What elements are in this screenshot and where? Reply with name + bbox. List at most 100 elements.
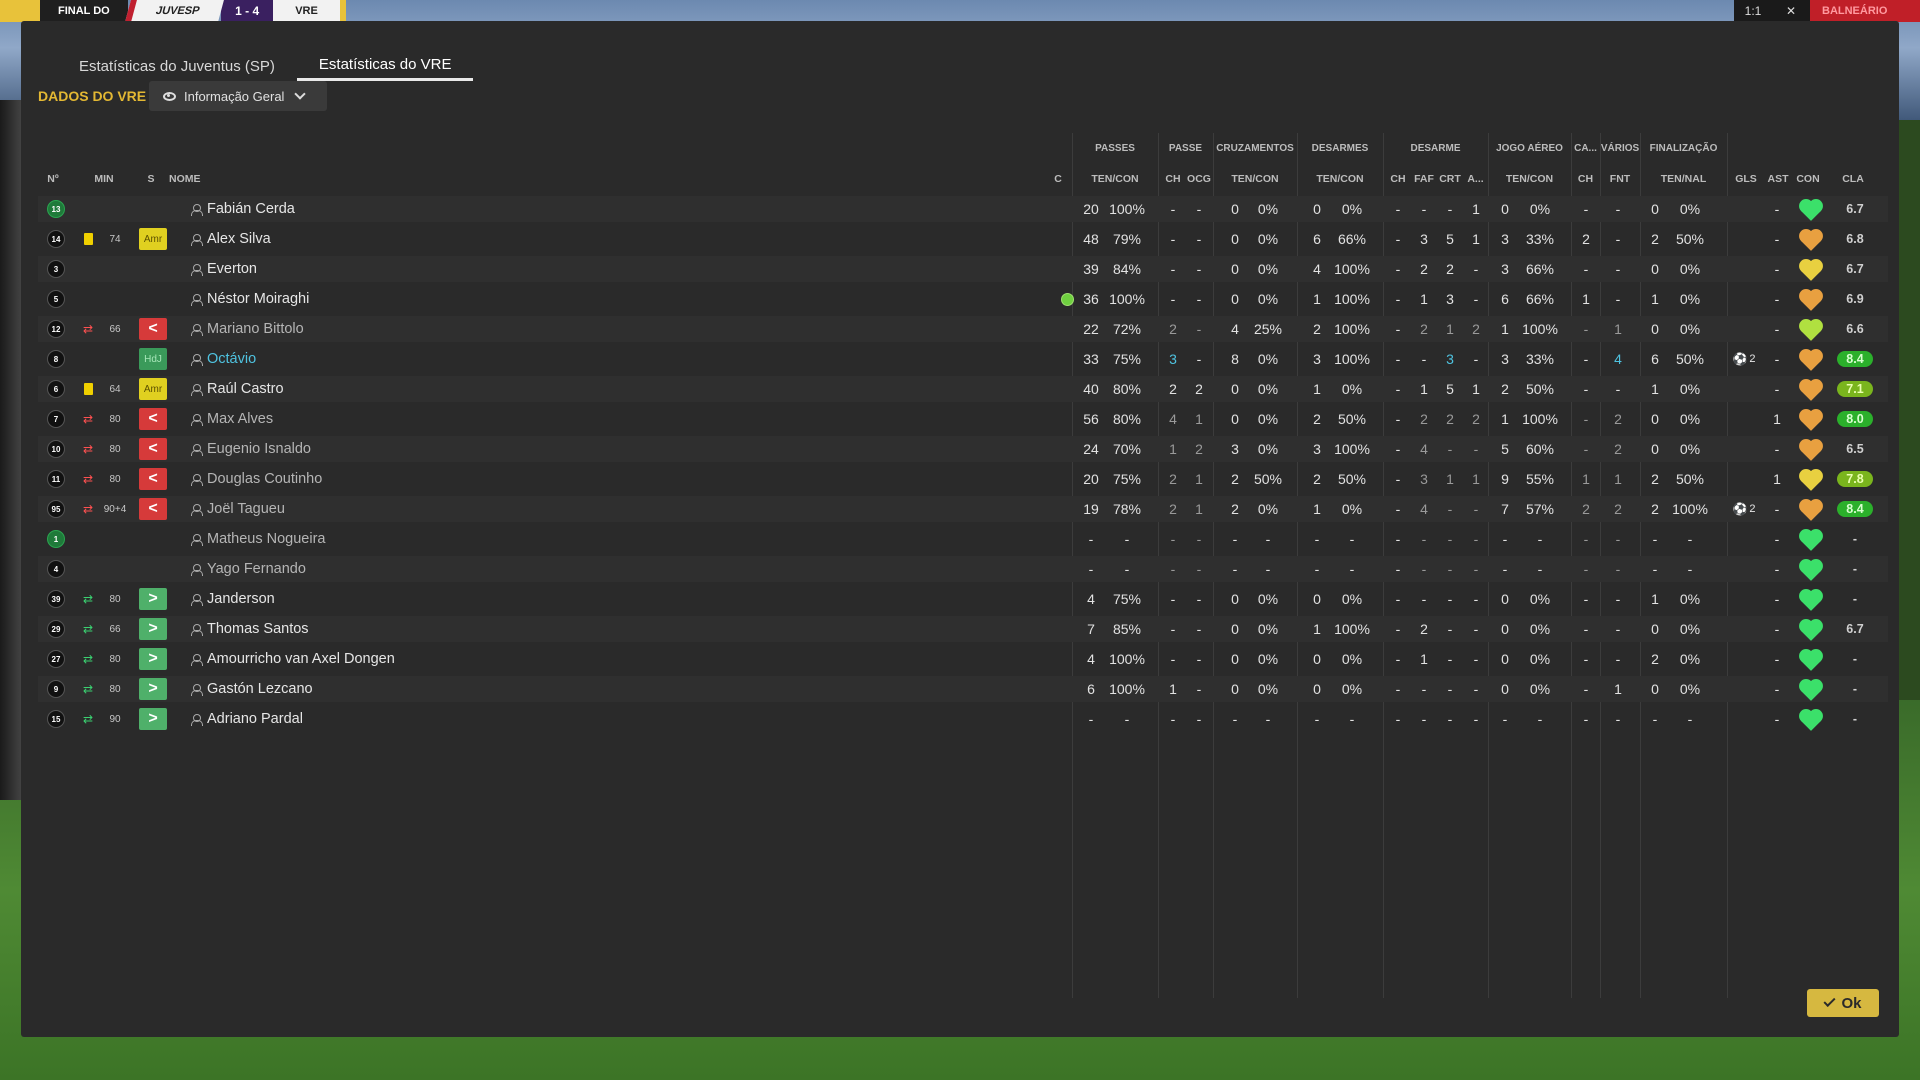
player-name-cell[interactable]: Janderson bbox=[191, 586, 275, 612]
stat-pt: 4 bbox=[1087, 651, 1095, 667]
col-header-cla[interactable]: CLA bbox=[1833, 173, 1873, 185]
player-name[interactable]: Max Alves bbox=[207, 411, 273, 427]
table-row[interactable]: 11 ⇄ 80 < Douglas Coutinho 20 75% 2 1 2 50% 2 50% -3 1… bbox=[38, 466, 1888, 492]
col-header-cruz-tc[interactable]: TEN/CON bbox=[1213, 173, 1297, 185]
stat-pp: - bbox=[1124, 711, 1130, 727]
table-row[interactable]: 5 Néstor Moiraghi 36 100% - - 0 0% 1 100% - 1 3 - 6 66%… bbox=[38, 286, 1888, 312]
col-header-num[interactable]: Nº bbox=[38, 173, 68, 185]
col-header-min[interactable]: MIN bbox=[89, 173, 119, 185]
col-header-c[interactable]: C bbox=[1051, 173, 1065, 185]
stat-pocg: 1 bbox=[1195, 501, 1203, 517]
player-name-cell[interactable]: Mariano Bittolo bbox=[191, 316, 304, 342]
view-dropdown[interactable]: Informação Geral bbox=[149, 81, 327, 111]
col-header-con[interactable]: CON bbox=[1791, 173, 1825, 185]
player-name[interactable]: Everton bbox=[207, 261, 257, 277]
player-name-cell[interactable]: Alex Silva bbox=[191, 226, 271, 252]
dressing-room-button[interactable]: BALNEÁRIO bbox=[1810, 0, 1920, 22]
stat-ap: - bbox=[1537, 561, 1543, 577]
player-name[interactable]: Adriano Pardal bbox=[207, 711, 303, 727]
table-row[interactable]: 15 ⇄ 90 > Adriano Pardal - - - - - - - - - - - - - - - - - - - - bbox=[38, 706, 1888, 732]
col-header-des-tc[interactable]: TEN/CON bbox=[1297, 173, 1383, 185]
col-header-aereo-tc[interactable]: TEN/CON bbox=[1488, 173, 1571, 185]
player-name[interactable]: Octávio bbox=[207, 351, 256, 367]
player-name[interactable]: Joël Tagueu bbox=[207, 501, 285, 517]
col-header-d-crt[interactable]: CRT bbox=[1437, 173, 1463, 185]
player-name[interactable]: Mariano Bittolo bbox=[207, 321, 304, 337]
player-name-cell[interactable]: Yago Fernando bbox=[191, 556, 306, 582]
ok-button[interactable]: Ok bbox=[1807, 989, 1879, 1017]
col-header-d-a[interactable]: A... bbox=[1463, 173, 1488, 185]
player-name-cell[interactable]: Joël Tagueu bbox=[191, 496, 285, 522]
col-header-s[interactable]: S bbox=[141, 173, 161, 185]
col-header-d-ch[interactable]: CH bbox=[1385, 173, 1411, 185]
col-header-passe-ocg[interactable]: OCG bbox=[1185, 173, 1213, 185]
player-name[interactable]: Eugenio Isnaldo bbox=[207, 441, 311, 457]
table-row[interactable]: 10 ⇄ 80 < Eugenio Isnaldo 24 70% 1 2 3 0% 3 100% - 4 - -… bbox=[38, 436, 1888, 462]
table-row[interactable]: 9 ⇄ 80 > Gastón Lezcano 6 100% 1-0 0% 0 0% - - - -0 0% -… bbox=[38, 676, 1888, 702]
table-row[interactable]: 8 HdJ Octávio 33 75% 3 - 8 0% 3 100% - - 3 - 3 33% - 4 6 50%… bbox=[38, 346, 1888, 372]
table-row[interactable]: 14 74 Amr Alex Silva 48 79% - - 0 0% 6 66% - 3 5 1 3 33% 2… bbox=[38, 226, 1888, 252]
col-header-fnt[interactable]: FNT bbox=[1600, 173, 1640, 185]
player-name-cell[interactable]: Amourricho van Axel Dongen bbox=[191, 646, 395, 672]
player-name[interactable]: Gastón Lezcano bbox=[207, 681, 313, 697]
player-name-cell[interactable]: Gastón Lezcano bbox=[191, 676, 313, 702]
col-header-fin-tn[interactable]: TEN/NAL bbox=[1640, 173, 1727, 185]
stat-ap: 0% bbox=[1529, 681, 1551, 697]
table-row[interactable]: 1 Matheus Nogueira - - - - - - - - - - - - - - - - - - - - bbox=[38, 526, 1888, 552]
player-name-cell[interactable]: Fabián Cerda bbox=[191, 196, 295, 222]
col-header-passe-ch[interactable]: CH bbox=[1161, 173, 1185, 185]
status-cell: < bbox=[133, 496, 173, 522]
table-row[interactable]: 12 ⇄ 66 < Mariano Bittolo 22 72% 2-4 25% 2 100% -2 1… bbox=[38, 316, 1888, 342]
table-row[interactable]: 27 ⇄ 80 > Amourricho van Axel Dongen 4 100% - -0… bbox=[38, 646, 1888, 672]
stat-dfaf: 4 bbox=[1420, 501, 1428, 517]
col-header-ast[interactable]: AST bbox=[1765, 173, 1791, 185]
shirt-icon: 10 bbox=[47, 440, 65, 458]
stat-fnt: - bbox=[1615, 561, 1621, 577]
player-name-cell[interactable]: Matheus Nogueira bbox=[191, 526, 326, 552]
speed-button[interactable]: 1:1 bbox=[1734, 0, 1772, 22]
table-row[interactable]: 13 Fabián Cerda 20 100% - -0 0% 0 0% - - -1 0 0% - -0 0%… bbox=[38, 196, 1888, 222]
player-name-cell[interactable]: Néstor Moiraghi bbox=[191, 286, 309, 312]
table-row[interactable]: 95 ⇄ 90+4 < Joël Tagueu 19 78% 2 1 2 0% 1 0% - 4 - - 7 57%… bbox=[38, 496, 1888, 522]
col-header-ca-ch[interactable]: CH bbox=[1571, 173, 1600, 185]
stat-cp: 0% bbox=[1257, 381, 1279, 397]
stat-dch: - bbox=[1395, 261, 1401, 277]
stat-pocg: - bbox=[1196, 561, 1202, 577]
tab-away-stats[interactable]: Estatísticas do VRE bbox=[296, 51, 474, 81]
col-header-d-faf[interactable]: FAF bbox=[1411, 173, 1437, 185]
player-name-cell[interactable]: Everton bbox=[191, 256, 257, 282]
table-row[interactable]: 4 Yago Fernando - - - - - - - - - - - - - - - - - - - - bbox=[38, 556, 1888, 582]
player-name-cell[interactable]: Douglas Coutinho bbox=[191, 466, 322, 492]
table-row[interactable]: 7 ⇄ 80 < Max Alves 56 80% 4 1 0 0% 2 50% -2 2 2 1 100% -2 0… bbox=[38, 406, 1888, 432]
stat-fp: 0% bbox=[1679, 291, 1701, 307]
person-icon bbox=[191, 473, 203, 486]
player-name-cell[interactable]: Octávio bbox=[191, 346, 256, 372]
table-row[interactable]: 3 Everton 39 84% - - 0 0% 4 100% - 2 2 - 3 66% - - 0 0% - 6.7 bbox=[38, 256, 1888, 282]
table-row[interactable]: 6 64 Amr Raúl Castro 40 80% 2 2 0 0% 1 0% - 1 5 1 2 50% - -… bbox=[38, 376, 1888, 402]
player-name[interactable]: Yago Fernando bbox=[207, 561, 306, 577]
player-name-cell[interactable]: Max Alves bbox=[191, 406, 273, 432]
player-name[interactable]: Matheus Nogueira bbox=[207, 531, 326, 547]
close-icon[interactable]: ✕ bbox=[1772, 0, 1810, 22]
player-name[interactable]: Alex Silva bbox=[207, 231, 271, 247]
table-row[interactable]: 39 ⇄ 80 > Janderson 4 75% - - 0 0% 0 0% - - - - 0 0% - - 1 0% -… bbox=[38, 586, 1888, 612]
player-name[interactable]: Néstor Moiraghi bbox=[207, 291, 309, 307]
player-name[interactable]: Janderson bbox=[207, 591, 275, 607]
player-name[interactable]: Thomas Santos bbox=[207, 621, 309, 637]
stat-cp: 0% bbox=[1257, 261, 1279, 277]
player-name-cell[interactable]: Thomas Santos bbox=[191, 616, 309, 642]
stat-fnt: - bbox=[1615, 531, 1621, 547]
player-name-cell[interactable]: Raúl Castro bbox=[191, 376, 284, 402]
player-name[interactable]: Amourricho van Axel Dongen bbox=[207, 651, 395, 667]
player-name[interactable]: Fabián Cerda bbox=[207, 201, 295, 217]
tab-home-stats[interactable]: Estatísticas do Juventus (SP) bbox=[57, 51, 297, 81]
col-header-nome[interactable]: NOME bbox=[169, 173, 209, 185]
col-header-passes-tc[interactable]: TEN/CON bbox=[1072, 173, 1158, 185]
player-name[interactable]: Raúl Castro bbox=[207, 381, 284, 397]
player-name-cell[interactable]: Eugenio Isnaldo bbox=[191, 436, 311, 462]
player-name-cell[interactable]: Adriano Pardal bbox=[191, 706, 303, 732]
goals-cell bbox=[1728, 706, 1760, 732]
col-header-gls[interactable]: GLS bbox=[1731, 173, 1761, 185]
player-name[interactable]: Douglas Coutinho bbox=[207, 471, 322, 487]
table-row[interactable]: 29 ⇄ 66 > Thomas Santos 7 85% - - 0 0% 1 100% - 2 - - 0 0%… bbox=[38, 616, 1888, 642]
